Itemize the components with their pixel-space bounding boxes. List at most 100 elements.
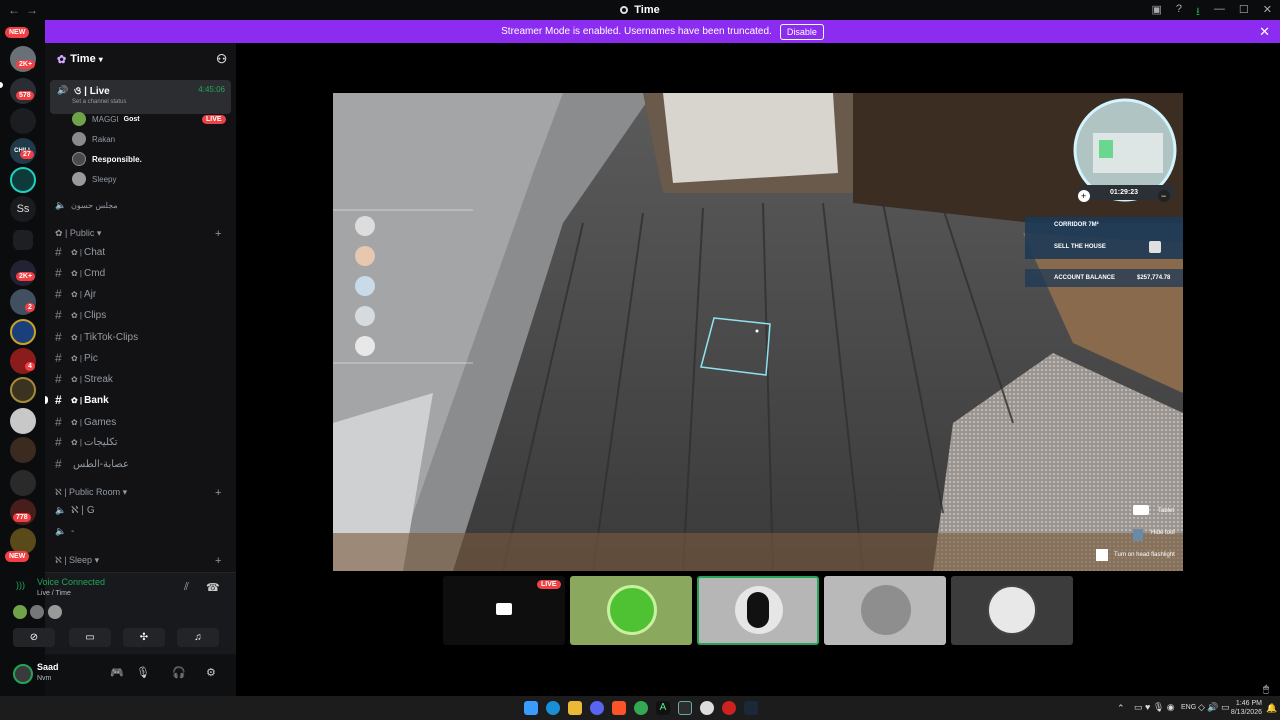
voice-channel-live[interactable]: 🔊 ও | Live Set a channel status 4:45:06 <box>50 80 231 114</box>
svg-text:−: − <box>1161 191 1166 201</box>
toggle-camera-button[interactable]: ⊘ <box>13 628 55 647</box>
channel-prefix: ✿ | <box>71 268 83 278</box>
share-screen-button[interactable]: ▭ <box>69 628 111 647</box>
voice-channel-majlis[interactable]: 🔈 مجلس حسون <box>55 196 118 214</box>
server-icon[interactable] <box>10 167 36 193</box>
soundboard-button[interactable]: ♫ <box>177 628 219 647</box>
brave-icon[interactable] <box>612 701 626 715</box>
channel-item[interactable]: # ✿ | Bank <box>55 391 109 409</box>
channel-prefix: ✿ | <box>71 374 83 384</box>
category-name: Public Room <box>69 487 121 497</box>
add-channel-icon[interactable]: + <box>215 487 221 499</box>
tray-icons[interactable]: ▭ ♥ 🎙 ◉ <box>1134 702 1175 713</box>
channel-name: عصابة-الطس <box>73 458 129 470</box>
app-icon[interactable] <box>722 701 736 715</box>
game-controller-icon[interactable]: 🎮 <box>110 666 124 679</box>
voice-connected-label[interactable]: Voice Connected <box>37 577 105 587</box>
sell-house-button[interactable]: SELL THE HOUSE <box>1054 244 1106 250</box>
voice-member[interactable]: Responsible. <box>72 151 142 167</box>
server-icon[interactable] <box>10 319 36 345</box>
clock-date[interactable]: 8/13/2026 <box>1226 709 1262 716</box>
server-icon[interactable] <box>10 108 36 134</box>
username[interactable]: Saad <box>37 662 59 672</box>
settings-gear-icon[interactable]: ⚙ <box>206 666 216 679</box>
server-icon[interactable] <box>10 377 36 403</box>
steam-icon[interactable] <box>744 701 758 715</box>
chrome-icon[interactable] <box>634 701 648 715</box>
language-indicator[interactable]: ENG <box>1181 704 1196 711</box>
app-icon[interactable]: A <box>656 701 670 715</box>
folder-icon[interactable] <box>13 230 33 250</box>
mention-badge: 2K+ <box>16 272 36 281</box>
hash-icon: # <box>55 372 62 386</box>
server-icon[interactable] <box>10 470 36 496</box>
channel-item[interactable]: # ✿ | TikTok-Clips <box>55 328 138 346</box>
corridor-label: CORRIDOR 7M² <box>1054 222 1099 228</box>
headphones-icon[interactable]: 🎧 <box>172 666 186 679</box>
participant-tile-speaking[interactable] <box>697 576 819 645</box>
category-public[interactable]: ✿ | Public ▾ + <box>55 228 221 240</box>
signal-icon: ))) <box>16 580 25 590</box>
channel-name: Games <box>84 416 117 428</box>
disable-button[interactable]: Disable <box>779 23 824 40</box>
add-channel-icon[interactable]: + <box>215 228 221 240</box>
mouse-icon: 🖱 <box>1263 684 1269 695</box>
start-menu-icon[interactable] <box>524 701 538 715</box>
server-header[interactable]: ✿ Time ▾ ⚇ <box>45 43 236 75</box>
participant-tile[interactable] <box>824 576 946 645</box>
channel-name: Live <box>89 86 110 97</box>
channel-item[interactable]: # ✿ | Ajr <box>55 285 96 303</box>
channel-item[interactable]: # ✿ | Cmd <box>55 264 105 282</box>
mention-badge: 27 <box>20 150 34 159</box>
channel-item[interactable]: # ✿ | Games <box>55 413 116 431</box>
hash-icon: # <box>55 245 62 259</box>
game-stream-view[interactable]: + − 01:29:23 CORRIDOR 7M² SELL THE HOUSE… <box>333 93 1183 571</box>
discord-icon[interactable] <box>590 701 604 715</box>
tray-overflow-icon[interactable]: ⌃ <box>1117 703 1125 714</box>
title-bar: ←→ Time ▣ ? ⭳ — ☐ ✕ <box>0 0 1280 20</box>
noise-suppression-icon[interactable]: ⫽ <box>184 581 189 594</box>
edge-icon[interactable] <box>546 701 560 715</box>
voice-channel-g[interactable]: 🔈 ℵ | G <box>55 501 95 519</box>
clock-time[interactable]: 1:46 PM <box>1234 700 1262 707</box>
disconnect-icon[interactable]: ☎ <box>206 581 220 594</box>
channel-prefix: ✿ | <box>71 310 83 320</box>
hash-icon: # <box>55 457 62 471</box>
voice-channel-dash[interactable]: 🔈 - <box>55 522 74 540</box>
app-icon[interactable] <box>678 701 692 715</box>
participant-tile[interactable] <box>570 576 692 645</box>
window-title-text: Time <box>634 4 660 16</box>
microphone-icon[interactable]: 🎙 <box>136 666 150 679</box>
category-public-room[interactable]: ℵ | Public Room ▾ + <box>55 487 221 499</box>
add-channel-icon[interactable]: + <box>215 555 221 567</box>
notification-icon[interactable]: 🔔 <box>1266 703 1277 714</box>
file-explorer-icon[interactable] <box>568 701 582 715</box>
channel-item[interactable]: # ✿ | Chat <box>55 243 105 261</box>
app-icon[interactable] <box>700 701 714 715</box>
voice-member[interactable]: Rakan <box>72 131 115 147</box>
network-volume-icons[interactable]: ◇ 🔊 ▭ <box>1198 702 1230 713</box>
avatar <box>72 132 86 146</box>
user-avatar[interactable] <box>13 664 33 684</box>
avatar <box>72 112 86 126</box>
voice-member[interactable]: MAGGI Gost <box>72 111 140 127</box>
close-banner-icon[interactable]: ✕ <box>1259 24 1270 40</box>
channel-item[interactable]: # ✿ | تكليجات <box>55 433 118 451</box>
member-name: Responsible. <box>92 154 142 164</box>
server-icon[interactable] <box>10 408 36 434</box>
voice-member[interactable]: Sleepy <box>72 171 116 187</box>
activities-button[interactable]: ✣ <box>123 628 165 647</box>
channel-item[interactable]: # عصابة-الطس <box>55 455 129 473</box>
voice-channel-path[interactable]: Live / Time <box>37 590 71 597</box>
category-sleep[interactable]: ℵ | Sleep ▾ + <box>55 555 221 567</box>
server-icon-ss[interactable]: Ss <box>10 196 36 222</box>
avatar <box>987 585 1037 635</box>
participant-tile[interactable] <box>951 576 1073 645</box>
channel-item[interactable]: # ✿ | Streak <box>55 370 113 388</box>
channel-item[interactable]: # ✿ | Clips <box>55 306 106 324</box>
channel-status[interactable]: Set a channel status <box>72 99 126 105</box>
server-icon[interactable] <box>10 437 36 463</box>
live-badge: LIVE <box>537 580 561 589</box>
add-member-icon[interactable]: ⚇ <box>216 52 227 66</box>
channel-item[interactable]: # ✿ | Pic <box>55 349 98 367</box>
